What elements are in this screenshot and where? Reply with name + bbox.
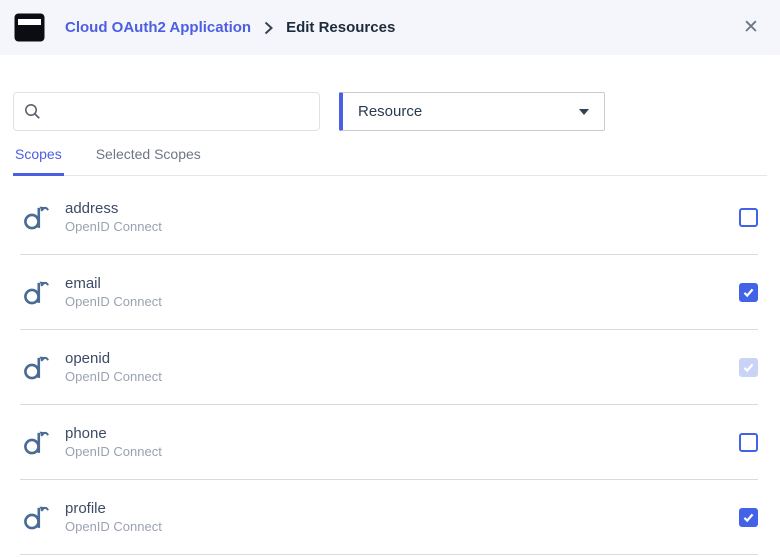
scope-name: address: [65, 199, 162, 218]
close-button[interactable]: ✕: [738, 15, 764, 41]
scope-provider: OpenID Connect: [65, 218, 162, 235]
scope-provider: OpenID Connect: [65, 518, 162, 535]
scope-row-openid: openid OpenID Connect: [20, 330, 758, 405]
scope-name: openid: [65, 349, 162, 368]
scope-name: profile: [65, 499, 162, 518]
scope-row-profile: profile OpenID Connect: [20, 480, 758, 555]
scope-row-phone: phone OpenID Connect: [20, 405, 758, 480]
scope-row-email: email OpenID Connect: [20, 255, 758, 330]
openid-connect-icon: [22, 202, 49, 232]
scope-checkbox-profile[interactable]: [739, 508, 758, 527]
scope-checkbox-email[interactable]: [739, 283, 758, 302]
scope-list: address OpenID Connect email OpenID Conn…: [0, 180, 780, 555]
search-box: [13, 92, 320, 131]
page-title: Edit Resources: [286, 19, 395, 36]
check-icon: [742, 361, 755, 374]
app-window-icon: [14, 13, 45, 42]
check-icon: [742, 286, 755, 299]
tab-bar: Scopes Selected Scopes: [13, 144, 767, 176]
tab-selected-scopes[interactable]: Selected Scopes: [94, 144, 203, 176]
breadcrumb-link-cloud-oauth2-application[interactable]: Cloud OAuth2 Application: [65, 19, 251, 36]
dialog-header: Cloud OAuth2 Application Edit Resources …: [0, 0, 780, 55]
scope-provider: OpenID Connect: [65, 443, 162, 460]
check-icon: [742, 511, 755, 524]
toolbar: Resource: [13, 92, 780, 131]
openid-connect-icon: [22, 427, 49, 457]
breadcrumb: Cloud OAuth2 Application Edit Resources: [65, 19, 395, 36]
scope-checkbox-phone[interactable]: [739, 433, 758, 452]
openid-connect-icon: [22, 352, 49, 382]
scope-checkbox-openid: [739, 358, 758, 377]
search-input[interactable]: [49, 104, 309, 120]
scope-provider: OpenID Connect: [65, 368, 162, 385]
chevron-right-icon: [264, 21, 273, 35]
scope-checkbox-address[interactable]: [739, 208, 758, 227]
scope-provider: OpenID Connect: [65, 293, 162, 310]
openid-connect-icon: [22, 502, 49, 532]
resource-select-value: Resource: [358, 103, 422, 120]
chevron-down-icon: [579, 109, 589, 115]
resource-select[interactable]: Resource: [339, 92, 605, 131]
scope-row-address: address OpenID Connect: [20, 180, 758, 255]
tab-scopes[interactable]: Scopes: [13, 144, 64, 176]
scope-name: email: [65, 274, 162, 293]
scope-name: phone: [65, 424, 162, 443]
search-icon: [24, 103, 41, 120]
close-icon: ✕: [743, 18, 759, 37]
openid-connect-icon: [22, 277, 49, 307]
